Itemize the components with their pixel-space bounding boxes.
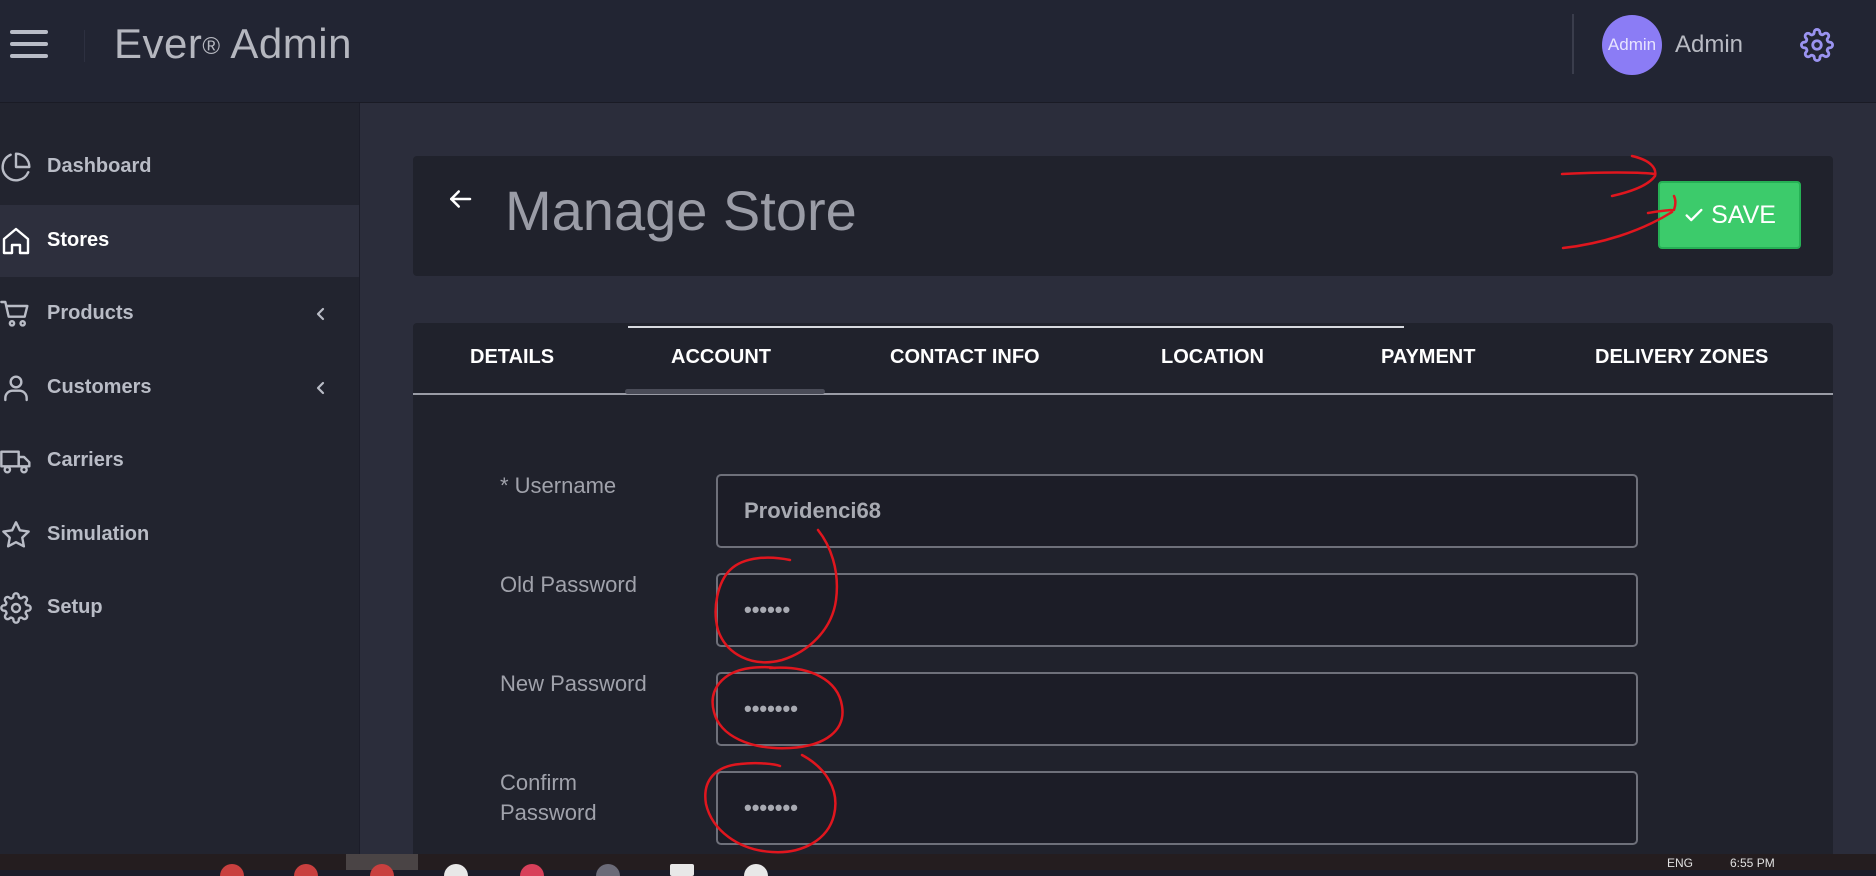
old-password-label: Old Password (500, 572, 637, 597)
brand-name: Ever (114, 20, 203, 67)
sidebar-item-label: Dashboard (47, 155, 152, 177)
sidebar-item-stores[interactable]: Stores (0, 205, 359, 277)
sidebar-item-setup[interactable]: Setup (0, 572, 359, 644)
sidebar-item-carriers[interactable]: Carriers (0, 425, 359, 497)
taskbar-app-icon[interactable] (596, 864, 620, 876)
tab-account[interactable]: ACCOUNT (671, 346, 771, 369)
sidebar-item-simulation[interactable]: Simulation (0, 499, 359, 571)
save-button-label: SAVE (1711, 200, 1776, 229)
chevron-left-icon (316, 307, 325, 321)
taskbar-app-icon[interactable] (294, 864, 318, 876)
username-input[interactable] (716, 474, 1638, 548)
gear-icon (0, 592, 32, 624)
taskbar-language[interactable]: ENG (1667, 856, 1693, 870)
brand-suffix: Admin (220, 20, 352, 67)
old-password-input[interactable] (716, 573, 1638, 647)
chevron-left-icon (316, 381, 325, 395)
menu-toggle-icon[interactable] (10, 30, 48, 58)
sidebar-item-label: Products (47, 302, 134, 324)
new-password-label: New Password (500, 671, 647, 696)
sidebar-item-label: Stores (47, 229, 110, 251)
username-label: * Username (500, 473, 617, 498)
new-password-input[interactable] (716, 672, 1638, 746)
tab-location[interactable]: LOCATION (1161, 346, 1264, 369)
sidebar-item-dashboard[interactable]: Dashboard (0, 131, 359, 203)
tab-bar: DETAILS ACCOUNT CONTACT INFO LOCATION PA… (413, 323, 1833, 395)
tab-payment[interactable]: PAYMENT (1381, 346, 1475, 369)
taskbar-app-icon[interactable] (220, 864, 244, 876)
taskbar-app-icon[interactable] (744, 864, 768, 876)
home-icon (2, 227, 30, 255)
user-name[interactable]: Admin (1675, 31, 1743, 59)
header-divider (1572, 14, 1574, 74)
user-icon (4, 375, 28, 402)
sidebar-item-label: Setup (47, 596, 103, 618)
tab-delivery-zones[interactable]: DELIVERY ZONES (1595, 346, 1768, 369)
checkmark-icon (1685, 208, 1703, 222)
sidebar-item-label: Simulation (47, 523, 150, 545)
taskbar-clock[interactable]: 6:55 PM (1730, 856, 1775, 870)
header-divider (84, 30, 85, 62)
truck-icon (0, 450, 31, 474)
os-taskbar: ENG 6:55 PM (0, 854, 1876, 876)
confirm-password-label: Confirm Password (500, 768, 597, 828)
brand-registered-mark: ® (202, 33, 221, 60)
tab-details[interactable]: DETAILS (470, 346, 554, 369)
confirm-password-label-line1: Confirm (500, 770, 578, 795)
taskbar-app-icon[interactable] (670, 864, 694, 876)
sidebar: Dashboard Stores Products Customers Carr… (0, 103, 359, 870)
save-button[interactable]: SAVE (1658, 181, 1801, 249)
confirm-password-label-line2: Password (500, 800, 597, 825)
star-icon (2, 521, 30, 548)
active-tab-indicator (625, 389, 825, 394)
cart-icon (0, 300, 29, 327)
sidebar-item-customers[interactable]: Customers (0, 352, 359, 424)
page-title: Manage Store (505, 179, 857, 242)
back-arrow-icon[interactable] (445, 184, 475, 214)
tab-top-border (628, 326, 1404, 328)
taskbar-app-icon[interactable] (444, 864, 468, 876)
pie-chart-icon (1, 152, 31, 182)
page-header-card: Manage Store SAVE (413, 156, 1833, 276)
avatar[interactable]: Admin (1602, 15, 1662, 75)
top-header: Ever® Admin Admin Admin (0, 0, 1876, 103)
settings-gear-icon[interactable] (1800, 28, 1834, 62)
sidebar-item-label: Carriers (47, 449, 124, 471)
tab-contact-info[interactable]: CONTACT INFO (890, 346, 1040, 369)
store-form-card: DETAILS ACCOUNT CONTACT INFO LOCATION PA… (413, 323, 1833, 870)
sidebar-item-label: Customers (47, 376, 152, 398)
brand-logo[interactable]: Ever® Admin (114, 20, 352, 68)
taskbar-app-icon[interactable] (520, 864, 544, 876)
sidebar-item-products[interactable]: Products (0, 278, 359, 350)
confirm-password-input[interactable] (716, 771, 1638, 845)
